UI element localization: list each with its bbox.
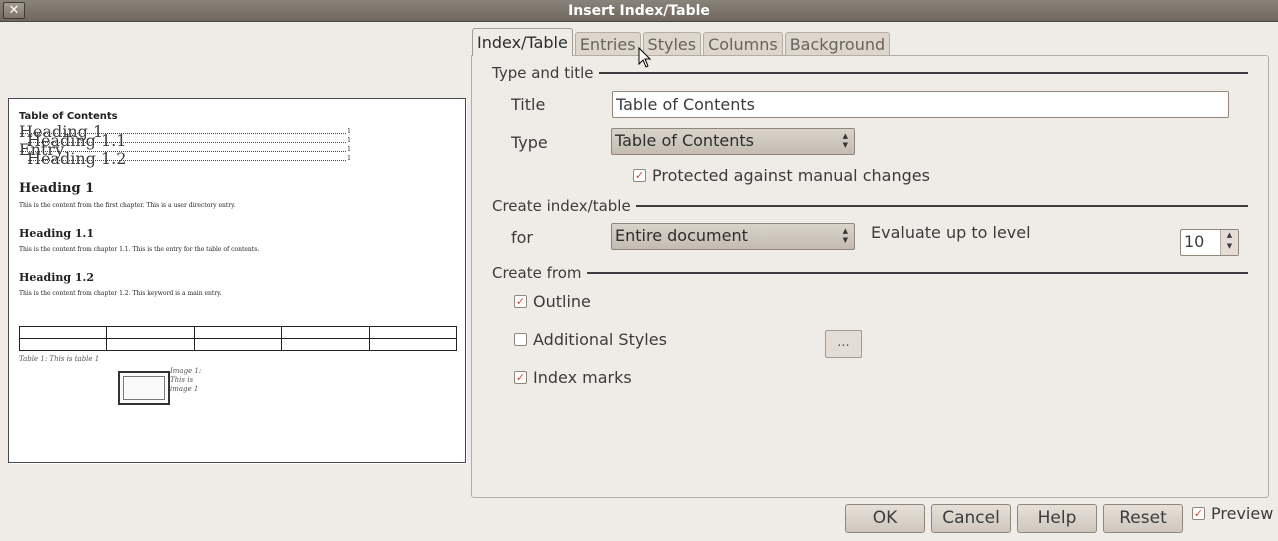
document-preview: Table of Contents Heading 11 Heading 1.1… [8,98,466,463]
preview-image [118,371,170,405]
section-create-from: Create from [492,264,1248,282]
spin-arrows-icon: ▲ ▼ [842,132,848,149]
cancel-button[interactable]: Cancel [931,504,1011,533]
type-select[interactable]: Table of Contents ▲ ▼ [611,128,855,155]
scope-select[interactable]: Entire document ▲ ▼ [611,223,855,250]
preview-image-caption: Image 1: This is image 1 [170,367,202,393]
preview-paragraph: This is the content from the first chapt… [19,202,236,209]
section-type-and-title: Type and title [492,64,1248,82]
close-button[interactable]: ✕ [3,2,25,19]
dialog-titlebar: Insert Index/Table [0,0,1278,22]
outline-checkbox[interactable]: ✓ [514,295,527,308]
preview-toc-title: Table of Contents [19,111,118,122]
tab-bar: Index/Table Entries Styles Columns Backg… [472,28,892,56]
mouse-pointer-icon [638,47,652,68]
preview-checkbox[interactable]: ✓ [1192,507,1205,520]
tab-columns[interactable]: Columns [703,32,783,56]
spin-arrows-icon[interactable]: ▲ ▼ [1220,230,1238,255]
preview-heading-1-1: Heading 1.1 [19,227,95,240]
close-icon: ✕ [8,3,20,18]
preview-heading-1: Heading 1 [19,181,95,196]
type-label: Type [511,133,548,152]
title-input[interactable]: Table of Contents [612,91,1229,118]
spin-arrows-icon: ▲ ▼ [842,227,848,244]
index-marks-checkbox[interactable]: ✓ [514,371,527,384]
tab-background[interactable]: Background [784,32,891,56]
index-marks-label: Index marks [533,368,632,387]
outline-label: Outline [533,292,591,311]
dialog-title: Insert Index/Table [568,3,710,19]
evaluate-level-label: Evaluate up to level [871,223,1031,242]
additional-styles-label: Additional Styles [533,330,667,349]
for-label: for [511,228,533,247]
assign-styles-button[interactable]: ... [825,330,862,358]
additional-styles-checkbox[interactable]: ✓ [514,333,527,346]
preview-label: Preview [1211,504,1274,523]
preview-heading-1-2: Heading 1.2 [19,271,95,284]
preview-paragraph: This is the content from chapter 1.1. Th… [19,246,260,253]
ok-button[interactable]: OK [845,504,925,533]
reset-button[interactable]: Reset [1103,504,1183,533]
preview-table [18,326,458,351]
preview-toc-row: Heading 1.1 1 [27,131,351,150]
tab-entries[interactable]: Entries [574,32,641,56]
protected-checkbox[interactable]: ✓ [633,169,646,182]
protected-label: Protected against manual changes [652,166,930,185]
preview-table-caption: Table 1: This is table 1 [19,355,100,363]
level-spinbox[interactable]: 10 ▲ ▼ [1180,229,1239,256]
title-label: Title [511,95,546,114]
section-create-index: Create index/table [492,197,1248,215]
help-button[interactable]: Help [1017,504,1097,533]
preview-toc-row: Heading 1.2 1 [27,149,351,168]
tab-index-table[interactable]: Index/Table [472,28,573,56]
picture-icon [123,376,165,400]
preview-paragraph: This is the content from chapter 1.2. Th… [19,290,222,297]
